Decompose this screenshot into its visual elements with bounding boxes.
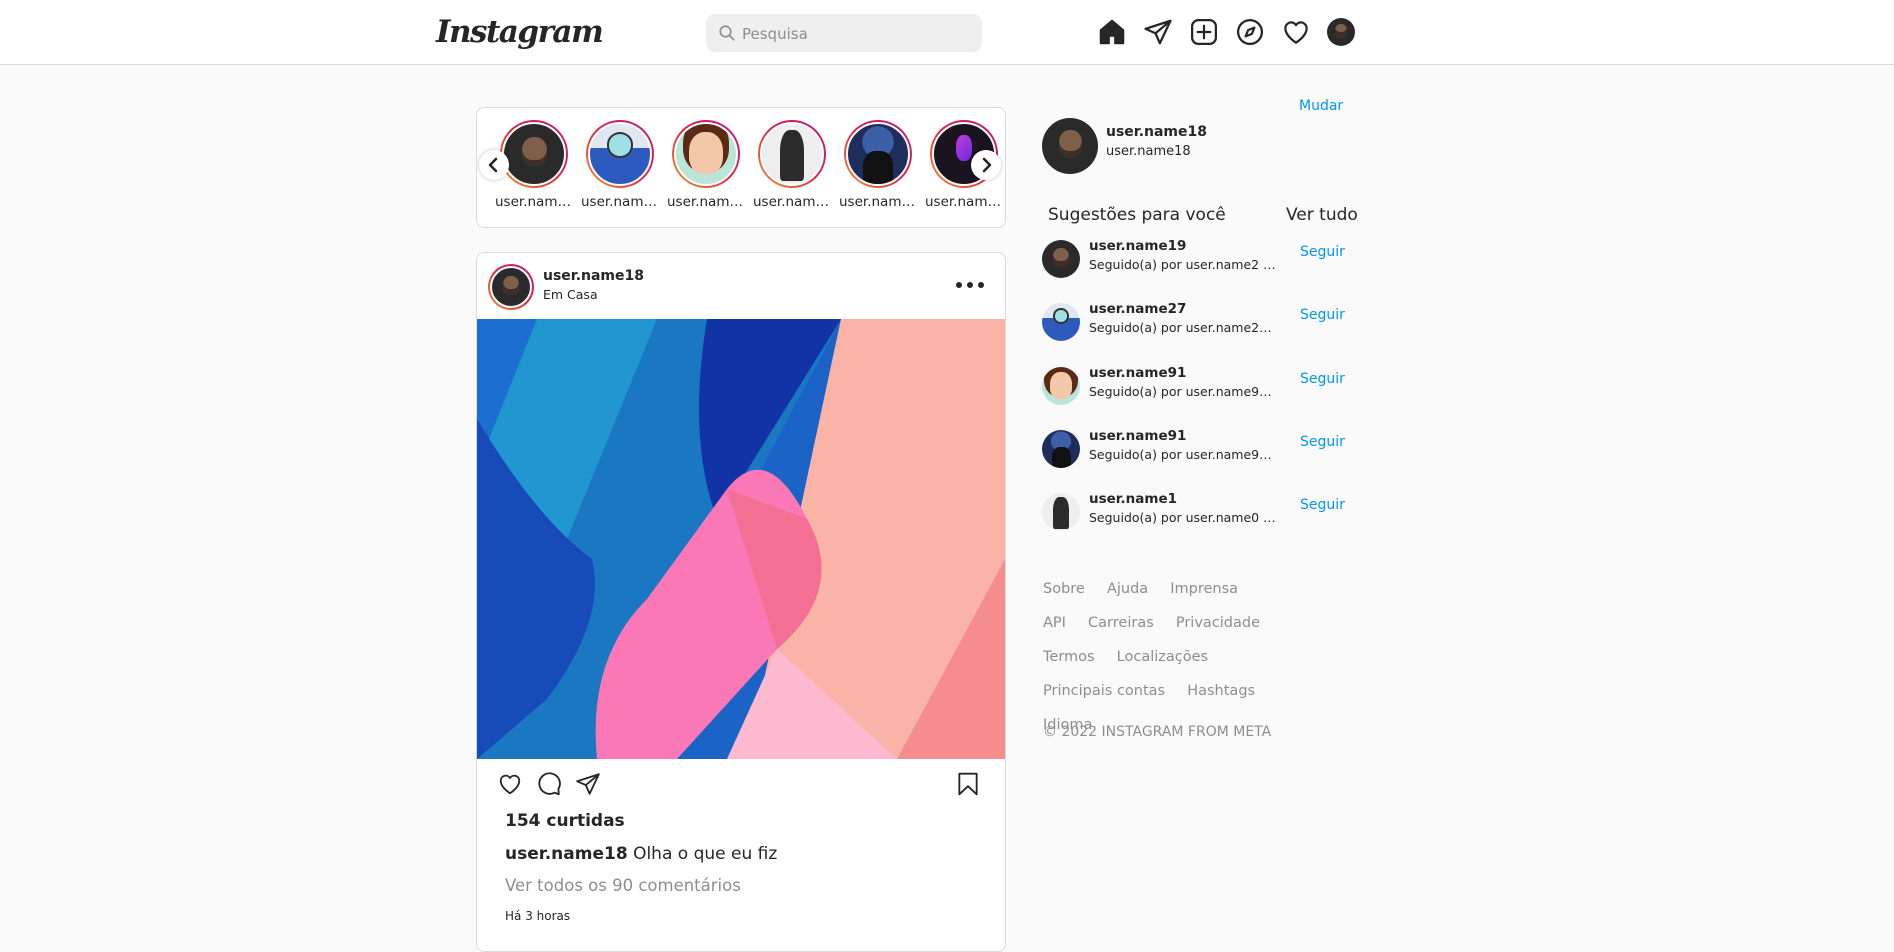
story-username: user.name2	[581, 194, 659, 210]
story-username: user.name…	[839, 194, 917, 210]
suggestion-username[interactable]: user.name91	[1089, 365, 1186, 381]
suggestion-info: Seguido(a) por user.name98 e mais 2	[1089, 384, 1277, 399]
footer-link-terms[interactable]: Termos	[1043, 648, 1095, 666]
search-box[interactable]	[706, 14, 982, 54]
home-icon[interactable]	[1097, 17, 1127, 47]
search-input[interactable]	[740, 14, 974, 54]
suggestion-item: user.name1 Seguido(a) por user.name0 e m…	[1042, 491, 1352, 535]
comment-icon[interactable]	[536, 771, 562, 801]
copyright-text: © 2022 INSTAGRAM FROM META	[1043, 724, 1272, 740]
suggestion-username[interactable]: user.name1	[1089, 491, 1177, 507]
story-ring	[844, 120, 912, 188]
story-username: user.name18	[495, 194, 573, 210]
story-avatar	[502, 122, 566, 186]
caption-text: Olha o que eu fiz	[633, 844, 778, 864]
heart-icon[interactable]	[1281, 17, 1311, 47]
suggestion-item: user.name91 Seguido(a) por user.name98 e…	[1042, 428, 1352, 472]
explore-icon[interactable]	[1235, 17, 1265, 47]
switch-account-link[interactable]: Mudar	[1299, 98, 1343, 114]
footer-link-hashtags[interactable]: Hashtags	[1187, 682, 1255, 700]
story-username: user.name3	[753, 194, 831, 210]
share-icon[interactable]	[575, 771, 601, 801]
stories-tray: user.name18 user.name2 user.name5 user.n…	[476, 107, 1006, 228]
suggestion-info: Seguido(a) por user.name2 e mais 3	[1089, 257, 1277, 272]
post-caption: user.name18 Olha o que eu fiz	[505, 844, 777, 864]
sidebar-subname: user.name18	[1106, 144, 1191, 159]
story-username: user.name…	[925, 194, 1003, 210]
chevron-right-icon	[982, 157, 992, 173]
post-timestamp: Há 3 horas	[505, 909, 571, 923]
story-item[interactable]: user.name3	[753, 120, 831, 210]
post-header: user.name18 Em Casa	[477, 253, 1005, 319]
feed-post: user.name18 Em Casa 154 curtidas user.na…	[476, 252, 1006, 952]
top-navigation-bar: Instagram	[0, 0, 1894, 65]
follow-button[interactable]: Seguir	[1300, 307, 1345, 323]
suggestions-title: Sugestões para você	[1048, 205, 1226, 225]
search-icon	[719, 25, 735, 41]
footer-link-locations[interactable]: Localizações	[1117, 648, 1208, 666]
view-comments-link[interactable]: Ver todos os 90 comentários	[505, 876, 741, 895]
story-ring	[586, 120, 654, 188]
sidebar-profile-avatar[interactable]	[1042, 118, 1098, 174]
story-avatar	[760, 122, 824, 186]
footer-link-about[interactable]: Sobre	[1043, 580, 1085, 598]
profile-avatar[interactable]	[1327, 18, 1355, 46]
story-item[interactable]: user.name2	[581, 120, 659, 210]
story-avatar	[846, 122, 910, 186]
footer-link-api[interactable]: API	[1043, 614, 1066, 632]
see-all-link[interactable]: Ver tudo	[1286, 205, 1358, 225]
suggestion-username[interactable]: user.name19	[1089, 238, 1186, 254]
instagram-logo[interactable]: Instagram	[436, 14, 604, 50]
follow-button[interactable]: Seguir	[1300, 371, 1345, 387]
suggestion-avatar[interactable]	[1042, 367, 1080, 405]
sidebar-username[interactable]: user.name18	[1106, 124, 1207, 140]
post-image[interactable]	[477, 319, 1005, 759]
stories-next-button[interactable]	[971, 150, 1001, 180]
more-options-icon[interactable]	[953, 273, 987, 297]
story-avatar	[674, 122, 738, 186]
send-icon[interactable]	[1143, 17, 1173, 47]
post-avatar	[490, 266, 532, 308]
likes-count[interactable]: 154 curtidas	[505, 811, 625, 831]
suggestion-avatar[interactable]	[1042, 303, 1080, 341]
footer-link-jobs[interactable]: Carreiras	[1088, 614, 1154, 632]
suggestion-avatar[interactable]	[1042, 430, 1080, 468]
suggestion-info: Seguido(a) por user.name98 e mais 2	[1089, 447, 1277, 462]
stories-prev-button[interactable]	[479, 150, 509, 180]
new-post-icon[interactable]	[1189, 17, 1219, 47]
suggestion-username[interactable]: user.name91	[1089, 428, 1186, 444]
suggestion-avatar[interactable]	[1042, 240, 1080, 278]
footer-link-privacy[interactable]: Privacidade	[1176, 614, 1260, 632]
like-icon[interactable]	[497, 771, 523, 801]
story-item[interactable]: user.name5	[667, 120, 745, 210]
suggestion-info: Seguido(a) por user.name0 e mais 4	[1089, 510, 1277, 525]
post-username[interactable]: user.name18	[543, 268, 644, 284]
follow-button[interactable]: Seguir	[1300, 434, 1345, 450]
footer-link-top-accounts[interactable]: Principais contas	[1043, 682, 1165, 700]
story-ring	[672, 120, 740, 188]
footer-links: Sobre Ajuda Imprensa API Carreiras Priva…	[1043, 578, 1283, 748]
follow-button[interactable]: Seguir	[1300, 244, 1345, 260]
post-location[interactable]: Em Casa	[543, 287, 598, 302]
story-ring	[500, 120, 568, 188]
suggestion-info: Seguido(a) por user.name22 e mais 1	[1089, 320, 1277, 335]
story-item[interactable]: user.name…	[839, 120, 917, 210]
story-ring	[758, 120, 826, 188]
chevron-left-icon	[488, 157, 498, 173]
story-username: user.name5	[667, 194, 745, 210]
suggestion-item: user.name91 Seguido(a) por user.name98 e…	[1042, 365, 1352, 409]
suggestion-item: user.name19 Seguido(a) por user.name2 e …	[1042, 238, 1352, 282]
suggestion-avatar[interactable]	[1042, 493, 1080, 531]
follow-button[interactable]: Seguir	[1300, 497, 1345, 513]
footer-link-press[interactable]: Imprensa	[1170, 580, 1238, 598]
post-avatar-ring[interactable]	[488, 264, 534, 310]
suggestion-item: user.name27 Seguido(a) por user.name22 e…	[1042, 301, 1352, 345]
bookmark-icon[interactable]	[955, 771, 981, 801]
story-avatar	[588, 122, 652, 186]
suggestion-username[interactable]: user.name27	[1089, 301, 1186, 317]
footer-link-help[interactable]: Ajuda	[1107, 580, 1148, 598]
post-actions-bar	[477, 765, 1005, 805]
caption-username[interactable]: user.name18	[505, 844, 628, 864]
